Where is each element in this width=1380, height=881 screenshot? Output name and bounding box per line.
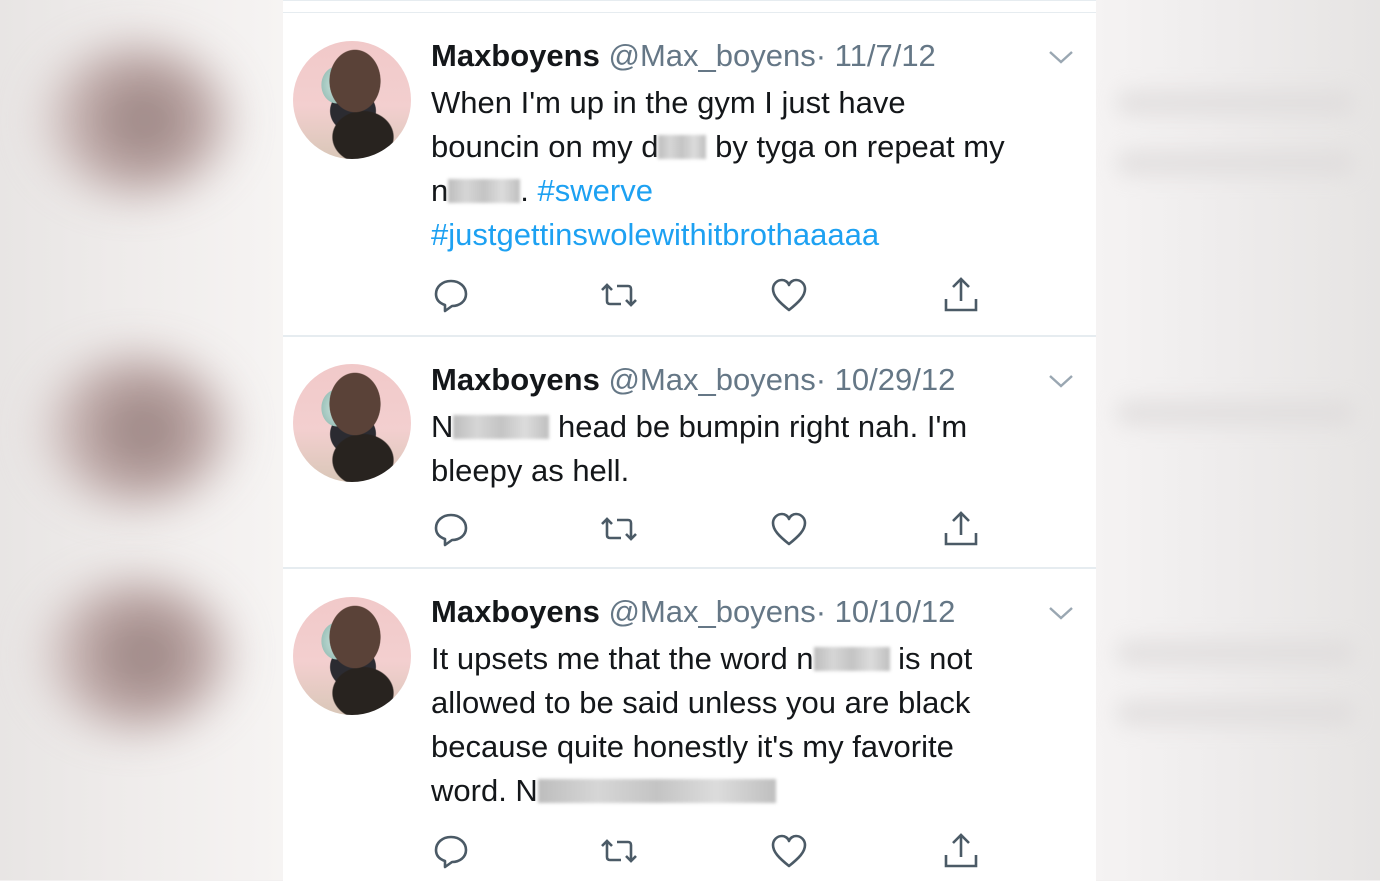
tweet-header: Maxboyens @Max_boyens· 10/29/12 [431,362,955,398]
blurred-avatar [40,355,230,505]
hashtag-link[interactable]: #justgettinswolewithitbrothaaaaa [431,213,1081,257]
separator: · [815,362,827,397]
tweet-actions [431,831,991,871]
retweet-icon[interactable] [599,275,639,315]
blurred-right-panel [1096,0,1380,880]
censored-word [658,135,707,159]
tweet[interactable]: Maxboyens @Max_boyens· 10/10/12 It upset… [283,569,1096,881]
like-icon[interactable] [769,831,809,871]
tweet-date[interactable]: 10/29/12 [835,362,956,397]
tweet-text: It upsets me that the word n is not allo… [431,641,973,808]
reply-icon[interactable] [431,275,471,315]
censored-word [453,415,550,439]
chevron-down-icon[interactable] [1048,45,1074,71]
display-name[interactable]: Maxboyens [431,362,600,397]
blurred-avatar [40,45,230,195]
reply-icon[interactable] [431,831,471,871]
user-handle[interactable]: @Max_boyens [608,362,815,397]
separator: · [815,38,827,73]
censored-word [813,647,890,671]
tweet-date[interactable]: 11/7/12 [835,38,936,73]
retweet-icon[interactable] [599,509,639,549]
tweet-header: Maxboyens @Max_boyens· 11/7/12 [431,38,936,74]
tweet-date[interactable]: 10/10/12 [835,594,956,629]
tweet-actions [431,275,991,315]
reply-icon[interactable] [431,509,471,549]
separator: · [815,594,827,629]
tweet-text: N head be bumpin right nah. I'm bleepy a… [431,409,968,488]
user-handle[interactable]: @Max_boyens [608,38,815,73]
chevron-down-icon[interactable] [1048,601,1074,627]
like-icon[interactable] [769,275,809,315]
hashtag-link[interactable]: #swerve [538,173,653,208]
share-icon[interactable] [941,509,981,549]
censored-word [448,179,521,203]
share-icon[interactable] [941,275,981,315]
display-name[interactable]: Maxboyens [431,594,600,629]
tweet[interactable]: Maxboyens @Max_boyens· 10/29/12 N head b… [283,337,1096,569]
tweet-feed: Maxboyens @Max_boyens· 11/7/12 When I'm … [283,0,1096,881]
tweet[interactable]: Maxboyens @Max_boyens· 11/7/12 When I'm … [283,13,1096,337]
blurred-left-panel [0,0,283,880]
tweet-text: When I'm up in the gym I just have bounc… [431,81,1081,257]
blurred-avatar [40,580,230,730]
avatar[interactable] [293,41,411,159]
avatar[interactable] [293,597,411,715]
avatar[interactable] [293,364,411,482]
chevron-down-icon[interactable] [1048,369,1074,395]
censored-word [537,779,776,803]
tweet-actions [431,509,991,549]
share-icon[interactable] [941,831,981,871]
user-handle[interactable]: @Max_boyens [608,594,815,629]
display-name[interactable]: Maxboyens [431,38,600,73]
like-icon[interactable] [769,509,809,549]
tweet-header: Maxboyens @Max_boyens· 10/10/12 [431,594,955,630]
retweet-icon[interactable] [599,831,639,871]
